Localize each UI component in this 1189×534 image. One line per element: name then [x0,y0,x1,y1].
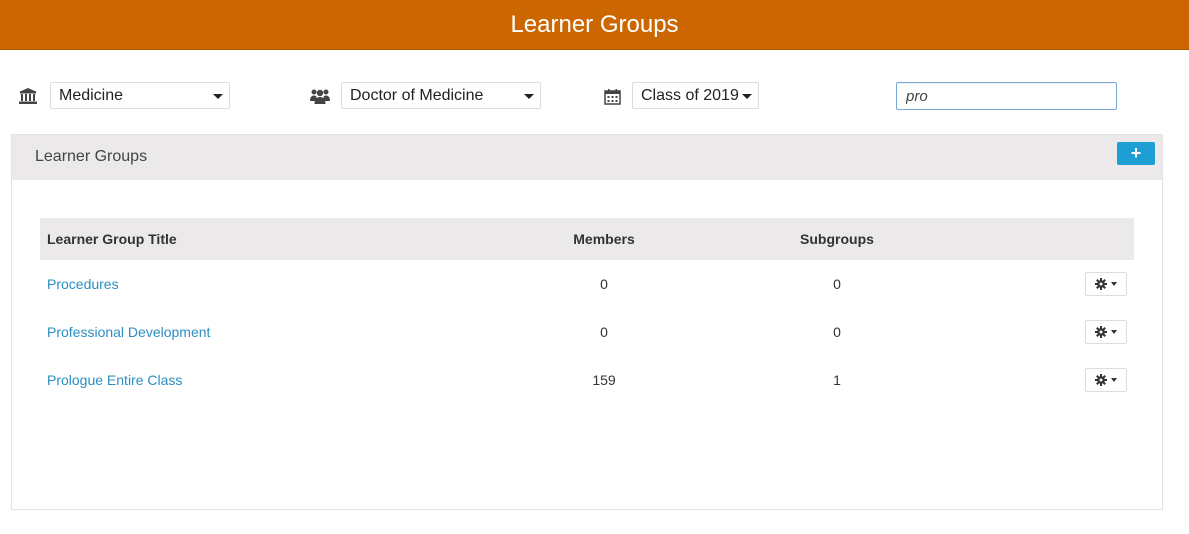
chevron-down-icon [524,94,534,99]
learner-group-link[interactable]: Prologue Entire Class [47,372,182,388]
row-actions-button[interactable] [1085,368,1127,392]
program-select-value: Doctor of Medicine [350,86,484,104]
chevron-down-icon [742,94,752,99]
learner-group-link[interactable]: Professional Development [47,324,210,340]
gear-icon [1095,278,1107,290]
column-header-subgroups[interactable]: Subgroups [698,218,976,260]
table-row: Procedures 0 0 [40,260,1134,308]
row-actions-button[interactable] [1085,272,1127,296]
cohort-select[interactable]: Class of 2019 [632,82,759,109]
table-row: Professional Development 0 0 [40,308,1134,356]
calendar-icon [602,86,622,106]
add-learner-group-button[interactable]: + [1117,142,1155,165]
search-input[interactable] [896,82,1117,110]
users-icon [310,86,330,106]
caret-down-icon [1111,282,1117,286]
learner-groups-table: Learner Group Title Members Subgroups Pr… [40,218,1134,404]
subgroups-count: 0 [833,324,841,340]
learner-groups-panel: Learner Groups + Learner Group Title Mem… [11,134,1163,510]
column-header-title[interactable]: Learner Group Title [40,218,510,260]
subgroups-count: 1 [833,372,841,388]
panel-header: Learner Groups + [12,135,1162,180]
gear-icon [1095,326,1107,338]
caret-down-icon [1111,330,1117,334]
app-header: Learner Groups [0,0,1189,50]
learner-group-link[interactable]: Procedures [47,276,119,292]
column-header-members[interactable]: Members [510,218,698,260]
members-count: 0 [600,276,608,292]
members-count: 159 [592,372,616,388]
page-title: Learner Groups [510,10,679,38]
panel-title: Learner Groups [35,148,148,165]
school-select-value: Medicine [59,86,124,104]
school-select[interactable]: Medicine [50,82,230,109]
subgroups-count: 0 [833,276,841,292]
caret-down-icon [1111,378,1117,382]
row-actions-button[interactable] [1085,320,1127,344]
table-row: Prologue Entire Class 159 1 [40,356,1134,404]
members-count: 0 [600,324,608,340]
cohort-select-value: Class of 2019 [641,86,739,104]
institution-icon [18,86,38,106]
column-header-actions [976,218,1134,260]
table-header-row: Learner Group Title Members Subgroups [40,218,1134,260]
program-select[interactable]: Doctor of Medicine [341,82,541,109]
chevron-down-icon [213,94,223,99]
gear-icon [1095,374,1107,386]
plus-icon: + [1130,143,1142,163]
